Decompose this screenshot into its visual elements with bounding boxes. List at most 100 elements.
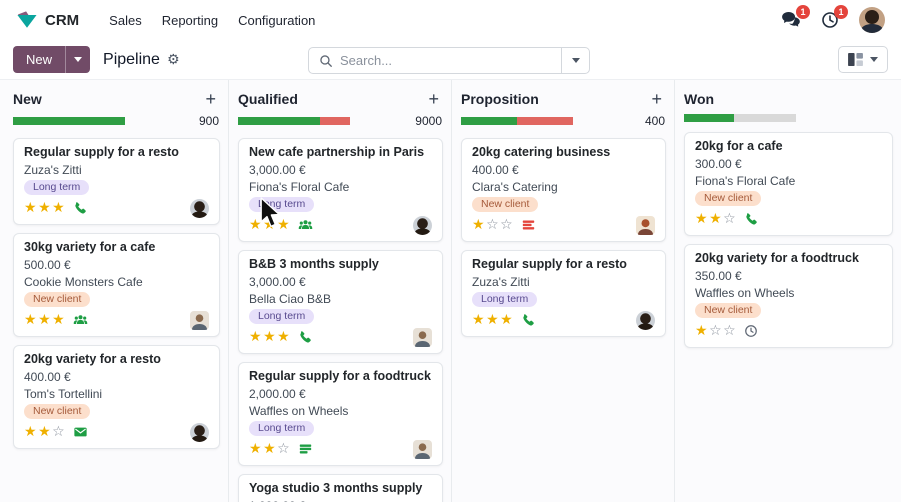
activities-button[interactable]: 1 (821, 5, 848, 29)
envelope-icon[interactable] (73, 425, 88, 439)
star-filled-icon[interactable]: ★ (695, 323, 709, 339)
star-filled-icon[interactable]: ★ (249, 329, 263, 345)
lead-card[interactable]: 20kg catering business 400.00 € Clara's Ca… (461, 138, 666, 242)
lead-title: 20kg catering business (472, 145, 611, 159)
column-title[interactable]: Qualified (238, 91, 298, 107)
lead-card[interactable]: 30kg variety for a cafe 500.00 € Cookie Mo… (13, 233, 220, 337)
priority-stars[interactable]: ★★★ (472, 312, 514, 328)
star-empty-icon[interactable]: ☆ (486, 217, 500, 233)
messages-button[interactable]: 1 (781, 5, 810, 29)
search-bar (308, 47, 590, 74)
phone-icon[interactable] (521, 313, 535, 327)
star-filled-icon[interactable]: ★ (52, 200, 66, 216)
salesperson-avatar[interactable] (413, 327, 432, 347)
star-filled-icon[interactable]: ★ (500, 312, 514, 328)
priority-stars[interactable]: ★☆☆ (472, 217, 514, 233)
star-filled-icon[interactable]: ★ (709, 211, 723, 227)
add-column-record-button[interactable]: + (203, 90, 218, 108)
star-filled-icon[interactable]: ★ (38, 312, 52, 328)
tasks-icon[interactable] (298, 442, 313, 456)
lead-card[interactable]: New cafe partnership in Paris 3,000.00 € F… (238, 138, 443, 242)
column-progressbar[interactable] (13, 117, 125, 125)
add-column-record-button[interactable]: + (426, 90, 441, 108)
column-title[interactable]: New (13, 91, 42, 107)
new-button[interactable]: New (13, 46, 65, 73)
star-filled-icon[interactable]: ★ (249, 217, 263, 233)
star-filled-icon[interactable]: ★ (24, 200, 38, 216)
crm-app-icon[interactable] (16, 10, 38, 30)
star-filled-icon[interactable]: ★ (249, 441, 263, 457)
salesperson-avatar[interactable] (636, 310, 655, 330)
menu-reporting[interactable]: Reporting (152, 7, 228, 34)
salesperson-avatar[interactable] (413, 439, 432, 459)
lead-card[interactable]: Regular supply for a resto Zuza's Zitti Lo… (13, 138, 220, 225)
users-icon[interactable] (73, 313, 88, 327)
salesperson-avatar[interactable] (190, 198, 209, 218)
priority-stars[interactable]: ★★★ (249, 217, 291, 233)
view-switcher-button[interactable] (838, 46, 888, 73)
star-filled-icon[interactable]: ★ (24, 312, 38, 328)
salesperson-avatar[interactable] (190, 310, 209, 330)
column-progressbar[interactable] (461, 117, 573, 125)
star-filled-icon[interactable]: ★ (38, 200, 52, 216)
priority-stars[interactable]: ★★☆ (695, 211, 737, 227)
column-title[interactable]: Proposition (461, 91, 539, 107)
priority-stars[interactable]: ★★★ (249, 329, 291, 345)
column-title[interactable]: Won (684, 91, 714, 107)
star-empty-icon[interactable]: ☆ (277, 441, 291, 457)
priority-stars[interactable]: ★★★ (24, 312, 66, 328)
phone-icon[interactable] (298, 330, 312, 344)
priority-stars[interactable]: ★★☆ (24, 424, 66, 440)
search-options-dropdown[interactable] (561, 48, 589, 73)
priority-stars[interactable]: ★☆☆ (695, 323, 737, 339)
star-filled-icon[interactable]: ★ (695, 211, 709, 227)
app-name[interactable]: CRM (45, 12, 79, 29)
search-input[interactable] (340, 53, 561, 68)
star-empty-icon[interactable]: ☆ (52, 424, 66, 440)
menu-sales[interactable]: Sales (99, 7, 152, 34)
salesperson-avatar[interactable] (413, 215, 432, 235)
lead-card[interactable]: 20kg variety for a foodtruck 350.00 € Waff… (684, 244, 893, 348)
column-progressbar[interactable] (684, 114, 796, 122)
lead-card[interactable]: Regular supply for a foodtruck 2,000.00 €… (238, 362, 443, 466)
add-column-record-button[interactable]: + (649, 90, 664, 108)
lead-card[interactable]: B&B 3 months supply 3,000.00 € Bella Ciao … (238, 250, 443, 354)
star-filled-icon[interactable]: ★ (263, 217, 277, 233)
new-button-dropdown[interactable] (65, 46, 90, 73)
progressbar-segment (517, 117, 573, 125)
star-filled-icon[interactable]: ★ (277, 329, 291, 345)
phone-icon[interactable] (744, 212, 758, 226)
lead-tag: New client (24, 404, 91, 419)
star-filled-icon[interactable]: ★ (52, 312, 66, 328)
star-filled-icon[interactable]: ★ (263, 441, 277, 457)
star-filled-icon[interactable]: ★ (472, 217, 486, 233)
salesperson-avatar[interactable] (190, 422, 209, 442)
gear-icon[interactable]: ⚙ (167, 52, 180, 68)
lead-card[interactable]: 20kg variety for a resto 400.00 € Tom's To… (13, 345, 220, 449)
column-progressbar[interactable] (238, 117, 350, 125)
clock-icon[interactable] (744, 324, 758, 338)
lead-card[interactable]: Yoga studio 3 months supply1,000.00 €Sta… (238, 474, 443, 502)
salesperson-avatar[interactable] (636, 215, 655, 235)
star-filled-icon[interactable]: ★ (263, 329, 277, 345)
star-empty-icon[interactable]: ☆ (500, 217, 514, 233)
column-count: 9000 (415, 114, 442, 128)
lead-card[interactable]: 20kg for a cafe 300.00 € Fiona's Floral Ca… (684, 132, 893, 236)
star-empty-icon[interactable]: ☆ (723, 211, 737, 227)
phone-icon[interactable] (73, 201, 87, 215)
caret-down-icon (870, 57, 878, 62)
lead-card[interactable]: Regular supply for a resto Zuza's Zitti Lo… (461, 250, 666, 337)
star-filled-icon[interactable]: ★ (24, 424, 38, 440)
star-filled-icon[interactable]: ★ (277, 217, 291, 233)
tasks-overdue-icon[interactable] (521, 218, 536, 232)
star-empty-icon[interactable]: ☆ (723, 323, 737, 339)
priority-stars[interactable]: ★★★ (24, 200, 66, 216)
priority-stars[interactable]: ★★☆ (249, 441, 291, 457)
star-filled-icon[interactable]: ★ (486, 312, 500, 328)
menu-configuration[interactable]: Configuration (228, 7, 325, 34)
star-empty-icon[interactable]: ☆ (709, 323, 723, 339)
star-filled-icon[interactable]: ★ (472, 312, 486, 328)
user-menu-avatar[interactable] (859, 7, 885, 33)
users-icon[interactable] (298, 218, 313, 232)
star-filled-icon[interactable]: ★ (38, 424, 52, 440)
